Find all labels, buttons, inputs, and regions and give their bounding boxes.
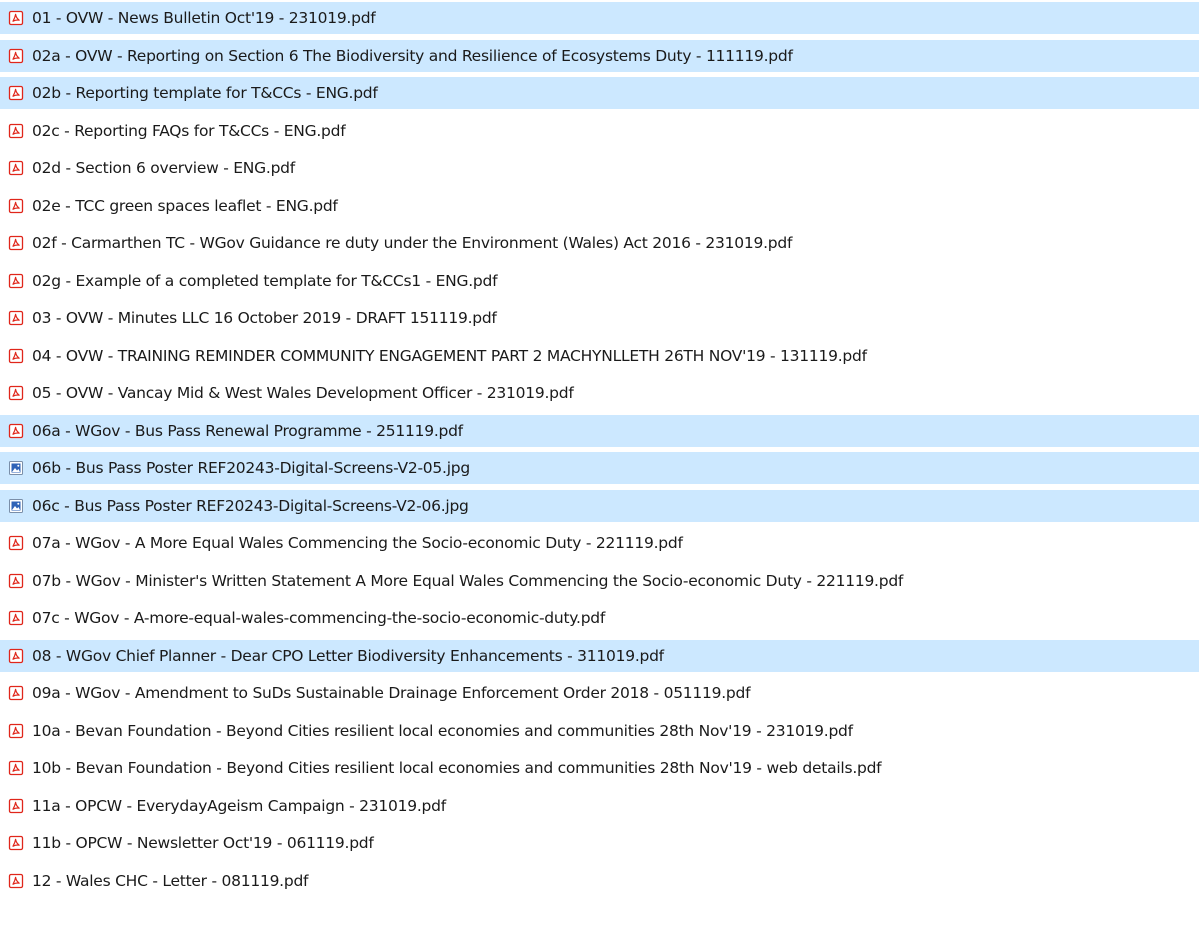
pdf-file-icon (8, 798, 24, 814)
file-list-item[interactable]: 07c - WGov - A-more-equal-wales-commenci… (0, 602, 1199, 634)
pdf-file-icon (8, 423, 24, 439)
file-list-item[interactable]: 11b - OPCW - Newsletter Oct'19 - 061119.… (0, 827, 1199, 859)
pdf-file-icon (8, 160, 24, 176)
file-list-item[interactable]: 09a - WGov - Amendment to SuDs Sustainab… (0, 677, 1199, 709)
file-name: 12 - Wales CHC - Letter - 081119.pdf (32, 871, 309, 890)
file-name: 10a - Bevan Foundation - Beyond Cities r… (32, 721, 853, 740)
file-name: 02f - Carmarthen TC - WGov Guidance re d… (32, 234, 793, 252)
file-list-item[interactable]: 02d - Section 6 overview - ENG.pdf (0, 152, 1199, 184)
file-list-item[interactable]: 02f - Carmarthen TC - WGov Guidance re d… (0, 227, 1199, 259)
pdf-file-icon (8, 610, 24, 626)
pdf-file-icon (8, 198, 24, 214)
file-name: 02c - Reporting FAQs for T&CCs - ENG.pdf (32, 121, 346, 140)
pdf-file-icon (8, 48, 24, 64)
pdf-file-icon (8, 10, 24, 26)
file-list-item[interactable]: 07a - WGov - A More Equal Wales Commenci… (0, 527, 1199, 559)
pdf-file-icon (8, 685, 24, 701)
file-list-item[interactable]: 12 - Wales CHC - Letter - 081119.pdf (0, 865, 1199, 897)
file-name: 08 - WGov Chief Planner - Dear CPO Lette… (32, 646, 664, 665)
pdf-file-icon (8, 835, 24, 851)
file-list-item[interactable]: 02c - Reporting FAQs for T&CCs - ENG.pdf (0, 115, 1199, 147)
pdf-file-icon (8, 123, 24, 139)
file-list-item[interactable]: 05 - OVW - Vancay Mid & West Wales Devel… (0, 377, 1199, 409)
file-name: 06b - Bus Pass Poster REF20243-Digital-S… (32, 459, 470, 477)
image-file-icon (8, 460, 24, 476)
file-list: 01 - OVW - News Bulletin Oct'19 - 231019… (0, 0, 1199, 934)
file-name: 02d - Section 6 overview - ENG.pdf (32, 159, 295, 177)
pdf-file-icon (8, 723, 24, 739)
file-list-item[interactable]: 02e - TCC green spaces leaflet - ENG.pdf (0, 190, 1199, 222)
file-name: 01 - OVW - News Bulletin Oct'19 - 231019… (32, 9, 376, 27)
pdf-file-icon (8, 573, 24, 589)
file-list-item[interactable]: 06c - Bus Pass Poster REF20243-Digital-S… (0, 489, 1199, 522)
file-list-item[interactable]: 02g - Example of a completed template fo… (0, 265, 1199, 297)
file-list-item[interactable]: 07b - WGov - Minister's Written Statemen… (0, 565, 1199, 597)
file-list-item[interactable]: 02b - Reporting template for T&CCs - ENG… (0, 77, 1199, 109)
file-name: 10b - Bevan Foundation - Beyond Cities r… (32, 759, 882, 777)
file-name: 07a - WGov - A More Equal Wales Commenci… (32, 534, 683, 552)
pdf-file-icon (8, 760, 24, 776)
file-list-item[interactable]: 11a - OPCW - EverydayAgeism Campaign - 2… (0, 790, 1199, 822)
file-name: 02g - Example of a completed template fo… (32, 271, 498, 290)
file-name: 06a - WGov - Bus Pass Renewal Programme … (32, 421, 463, 440)
pdf-file-icon (8, 348, 24, 364)
file-name: 03 - OVW - Minutes LLC 16 October 2019 -… (32, 309, 497, 327)
pdf-file-icon (8, 273, 24, 289)
file-name: 11a - OPCW - EverydayAgeism Campaign - 2… (32, 796, 446, 815)
file-name: 07c - WGov - A-more-equal-wales-commenci… (32, 609, 606, 627)
file-list-item[interactable]: 01 - OVW - News Bulletin Oct'19 - 231019… (0, 2, 1199, 34)
pdf-file-icon (8, 235, 24, 251)
pdf-file-icon (8, 310, 24, 326)
pdf-file-icon (8, 535, 24, 551)
file-name: 07b - WGov - Minister's Written Statemen… (32, 571, 904, 590)
pdf-file-icon (8, 873, 24, 889)
file-list-item[interactable]: 03 - OVW - Minutes LLC 16 October 2019 -… (0, 302, 1199, 334)
file-name: 02a - OVW - Reporting on Section 6 The B… (32, 46, 793, 65)
file-list-item[interactable]: 02a - OVW - Reporting on Section 6 The B… (0, 39, 1199, 72)
pdf-file-icon (8, 648, 24, 664)
file-name: 05 - OVW - Vancay Mid & West Wales Devel… (32, 384, 574, 402)
file-list-item[interactable]: 10b - Bevan Foundation - Beyond Cities r… (0, 752, 1199, 784)
file-name: 06c - Bus Pass Poster REF20243-Digital-S… (32, 496, 469, 515)
file-name: 04 - OVW - TRAINING REMINDER COMMUNITY E… (32, 346, 867, 365)
file-name: 11b - OPCW - Newsletter Oct'19 - 061119.… (32, 834, 374, 852)
file-name: 09a - WGov - Amendment to SuDs Sustainab… (32, 684, 751, 702)
pdf-file-icon (8, 385, 24, 401)
image-file-icon (8, 498, 24, 514)
file-list-item[interactable]: 04 - OVW - TRAINING REMINDER COMMUNITY E… (0, 340, 1199, 372)
file-name: 02b - Reporting template for T&CCs - ENG… (32, 84, 378, 102)
file-list-item[interactable]: 08 - WGov Chief Planner - Dear CPO Lette… (0, 639, 1199, 672)
file-list-item[interactable]: 06a - WGov - Bus Pass Renewal Programme … (0, 414, 1199, 447)
file-list-item[interactable]: 06b - Bus Pass Poster REF20243-Digital-S… (0, 452, 1199, 484)
file-list-item[interactable]: 10a - Bevan Foundation - Beyond Cities r… (0, 715, 1199, 747)
file-name: 02e - TCC green spaces leaflet - ENG.pdf (32, 196, 338, 215)
pdf-file-icon (8, 85, 24, 101)
